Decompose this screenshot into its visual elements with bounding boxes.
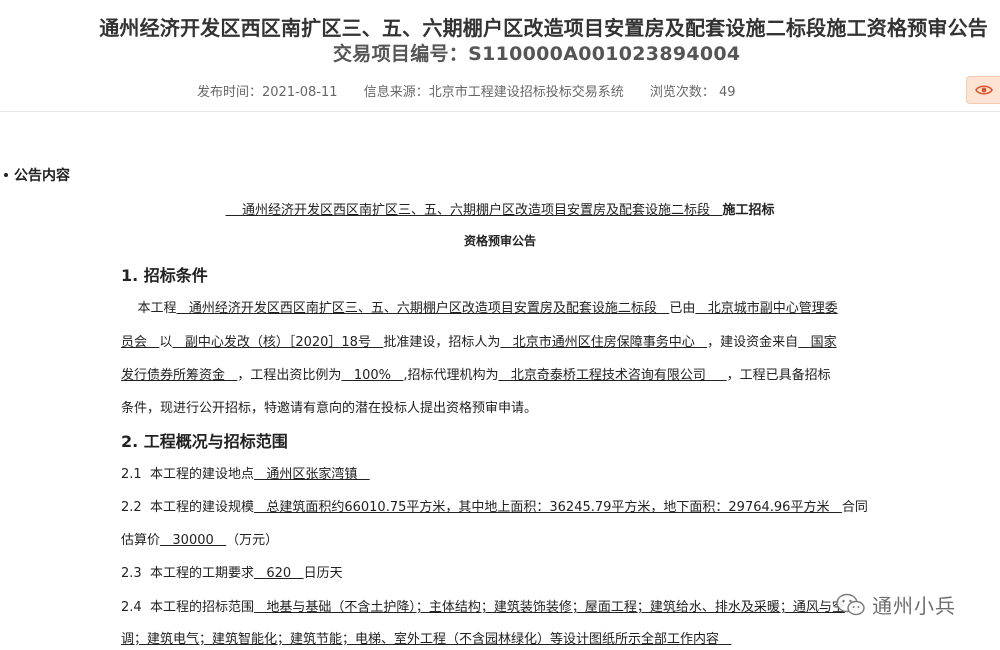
section-2-heading: 2. 工程概况与招标范围 bbox=[121, 432, 288, 451]
eye-icon bbox=[974, 85, 993, 95]
header-divider bbox=[0, 111, 1000, 112]
paragraph-line: 2.4 本工程的招标范围 地基与基础（不含土护降）；主体结构；建筑装饰装修；屋面… bbox=[121, 600, 845, 615]
publish-time: 发布时间：2021-08-11 bbox=[197, 85, 338, 100]
paragraph-line: 条件，现进行公开招标，特邀请有意向的潜在投标人提出资格预审申请。 bbox=[121, 401, 538, 416]
meta-info: 发布时间：2021-08-11 信息来源：北京市工程建设招标投标交易系统 浏览次… bbox=[197, 81, 758, 100]
title-suffix: 施工招标 bbox=[722, 203, 775, 218]
paragraph-line: 2.1 本工程的建设地点 通州区张家湾镇 bbox=[121, 467, 370, 482]
section-heading-label: 公告内容 bbox=[14, 168, 70, 184]
section-1-heading: 1. 招标条件 bbox=[121, 266, 208, 285]
project-name-underlined: 通州经济开发区西区南扩区三、五、六期棚户区改造项目安置房及配套设施二标段 bbox=[225, 203, 723, 218]
paragraph-line: 2.3 本工程的工期要求 620 日历天 bbox=[121, 566, 343, 581]
wechat-icon bbox=[836, 593, 865, 615]
project-code: 交易项目编号：S110000A001023894004 bbox=[333, 43, 741, 65]
document-subtitle: 资格预审公告 bbox=[463, 234, 536, 248]
view-toggle-button[interactable] bbox=[966, 76, 1000, 104]
wechat-watermark: 通州小兵 bbox=[836, 590, 956, 619]
page-title: 通州经济开发区西区南扩区三、五、六期棚户区改造项目安置房及配套设施二标段施工资格… bbox=[99, 16, 988, 40]
watermark-text: 通州小兵 bbox=[872, 594, 956, 618]
paragraph-line: 估算价 30000 （万元） bbox=[121, 533, 279, 548]
paragraph-line: 发行债券所筹资金 ，工程出资比例为 100% ,招标代理机构为 北京奇泰桥工程技… bbox=[121, 368, 831, 383]
view-count: 浏览次数： 49 bbox=[649, 85, 736, 100]
bullet-icon bbox=[4, 173, 8, 177]
info-source: 信息来源：北京市工程建设招标投标交易系统 bbox=[363, 85, 624, 100]
document-title: 通州经济开发区西区南扩区三、五、六期棚户区改造项目安置房及配套设施二标段 施工招… bbox=[0, 199, 1000, 218]
announcement-header: 通州经济开发区西区南扩区三、五、六期棚户区改造项目安置房及配套设施二标段施工资格… bbox=[0, 0, 1000, 125]
paragraph-line: 员会 以 副中心发改（核）［2020］18号 批准建设，招标人为 北京市通州区住… bbox=[121, 335, 837, 350]
paragraph-line: 2.2 本工程的建设规模 总建筑面积约66010.75平方米，其中地上面积：36… bbox=[121, 500, 868, 515]
paragraph-line: 调；建筑电气；建筑智能化；建筑节能；电梯、室外工程（不含园林绿化）等设计图纸所示… bbox=[121, 632, 732, 647]
paragraph-line: 本工程 通州经济开发区西区南扩区三、五、六期棚户区改造项目安置房及配套设施二标段… bbox=[121, 301, 838, 316]
section-heading: 公告内容 bbox=[4, 165, 70, 185]
